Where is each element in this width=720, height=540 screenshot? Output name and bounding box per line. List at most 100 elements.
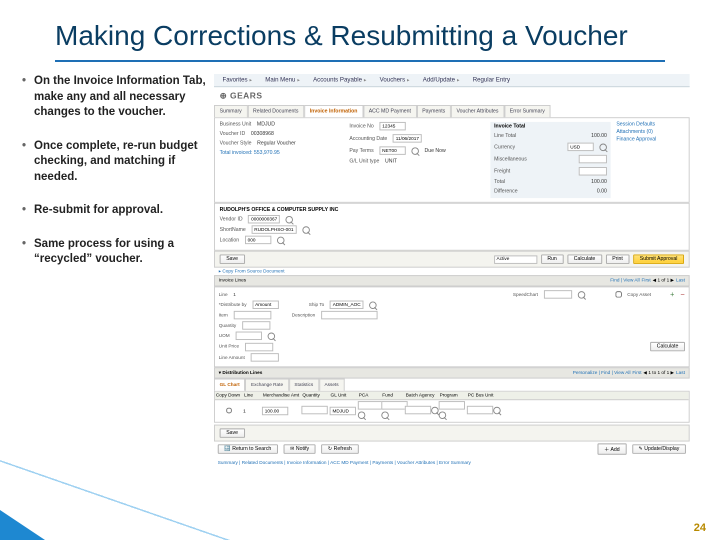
speedchart-input[interactable]: [544, 290, 572, 298]
distribute-by-select[interactable]: Amount: [252, 301, 278, 309]
breadcrumb: Favorites Main Menu Accounts Payable Vou…: [214, 74, 690, 87]
notify-button[interactable]: ✉ Notify: [284, 445, 316, 454]
copydown-checkbox[interactable]: [226, 407, 232, 413]
unitprice-input[interactable]: [245, 343, 273, 351]
lookup-icon[interactable]: [381, 412, 389, 420]
lines-range: ◀ 1 of 1 ▶: [653, 278, 675, 284]
tab-error[interactable]: Error Summary: [504, 105, 550, 117]
dif-label: Difference: [494, 189, 517, 195]
lookup-icon[interactable]: [439, 412, 447, 420]
crumb-favorites[interactable]: Favorites: [218, 76, 257, 84]
lookup-icon[interactable]: [369, 301, 377, 309]
finance-approval-link[interactable]: Finance Approval: [616, 137, 684, 143]
shortname-input[interactable]: RUDOLPHSO-001: [251, 226, 296, 234]
crumb-ap[interactable]: Accounts Payable: [308, 76, 371, 84]
uom-input[interactable]: [235, 332, 261, 340]
description-input[interactable]: [321, 311, 377, 319]
vendorid-input[interactable]: 0000000367: [248, 215, 280, 223]
invoice-no-input[interactable]: 12345: [379, 122, 405, 130]
calculate-line-button[interactable]: Calculate: [650, 342, 685, 351]
fr-label: Freight: [494, 169, 510, 175]
remove-line-icon[interactable]: －: [680, 291, 685, 298]
lookup-icon[interactable]: [286, 216, 294, 224]
lookup-icon[interactable]: [431, 407, 439, 415]
dist-first-link[interactable]: First: [632, 370, 641, 376]
tab-related[interactable]: Related Documents: [247, 105, 304, 117]
quantity-input[interactable]: [242, 321, 270, 329]
tab-summary[interactable]: Summary: [214, 105, 247, 117]
shipto-input[interactable]: ADMIN_AOC: [330, 301, 364, 309]
submit-approval-button[interactable]: Submit Approval: [633, 255, 684, 264]
misc-input[interactable]: [579, 155, 607, 163]
copy-asset-checkbox[interactable]: [615, 291, 622, 298]
personalize-link[interactable]: Personalize | Find | View All: [573, 370, 631, 376]
location-input[interactable]: 000: [245, 236, 271, 244]
dist-pca-input[interactable]: [358, 401, 384, 409]
dist-batch-input[interactable]: [405, 406, 431, 414]
add-line-icon[interactable]: ＋: [670, 291, 675, 298]
lookup-icon[interactable]: [302, 226, 310, 234]
dist-tab-glchart[interactable]: GL Chart: [214, 379, 245, 391]
dist-prog-input[interactable]: [439, 401, 465, 409]
footer-save-button[interactable]: Save: [220, 429, 245, 438]
copy-source-link[interactable]: ▸ Copy From Source Document: [219, 269, 285, 275]
slide-title: Making Corrections & Resubmitting a Vouc…: [0, 0, 720, 60]
dist-tab-stats[interactable]: Statistics: [289, 379, 319, 391]
page-tabs: Summary Related Documents Invoice Inform…: [214, 105, 690, 117]
dist-amt-input[interactable]: 100.00: [262, 407, 288, 415]
page-number: 24: [694, 522, 706, 534]
lookup-icon[interactable]: [358, 412, 366, 420]
col-glunit: GL Unit: [330, 392, 358, 400]
first-link[interactable]: First: [642, 278, 651, 284]
gt-value: UNIT: [385, 159, 397, 165]
lookup-icon[interactable]: [411, 147, 419, 155]
crumb-main[interactable]: Main Menu: [261, 76, 305, 84]
status-select[interactable]: Active: [494, 255, 537, 263]
tab-acc-md[interactable]: ACC MD Payment: [363, 105, 417, 117]
dist-tab-exchange[interactable]: Exchange Rate: [245, 379, 288, 391]
calculate-button[interactable]: Calculate: [567, 255, 602, 264]
add-button[interactable]: ＋ Add: [598, 444, 627, 455]
invoice-lines-header: Invoice Lines Find | View All First ◀ 1 …: [214, 275, 690, 286]
find-viewall-link[interactable]: Find | View All: [610, 278, 639, 284]
save-button[interactable]: Save: [220, 255, 245, 264]
crumb-vouchers[interactable]: Vouchers: [375, 76, 414, 84]
session-defaults-link[interactable]: Session Defaults: [616, 122, 684, 128]
refresh-button[interactable]: ↻ Refresh: [321, 445, 358, 454]
dist-gl-input[interactable]: MDJUD: [330, 407, 356, 415]
lookup-icon[interactable]: [267, 332, 275, 340]
item-input[interactable]: [233, 311, 271, 319]
lineamount-input[interactable]: [250, 353, 278, 361]
last-link[interactable]: Last: [676, 278, 685, 284]
crumb-addupdate[interactable]: Add/Update: [418, 76, 464, 84]
currency-input[interactable]: USD: [567, 143, 593, 151]
update-display-button[interactable]: ✎ Update/Display: [632, 445, 686, 454]
col-qty: Quantity: [301, 392, 329, 400]
lookup-icon[interactable]: [599, 143, 607, 151]
lookup-icon[interactable]: [577, 291, 585, 299]
dist-qty-input[interactable]: [301, 406, 327, 414]
footer-tabs-links[interactable]: Summary | Related Documents | Invoice In…: [214, 459, 690, 468]
crumb-regular[interactable]: Regular Entry: [468, 76, 515, 84]
dist-last-link[interactable]: Last: [676, 370, 685, 376]
freight-input[interactable]: [579, 167, 607, 175]
vid-label: Voucher ID: [220, 132, 246, 138]
tab-payments[interactable]: Payments: [417, 105, 451, 117]
lookup-icon[interactable]: [277, 236, 285, 244]
print-button[interactable]: Print: [606, 255, 630, 264]
dist-pcbus-input[interactable]: [467, 406, 493, 414]
tab-attrs[interactable]: Voucher Attributes: [451, 105, 504, 117]
speed-label: SpeedChart: [513, 292, 538, 298]
dist-tab-assets[interactable]: Assets: [319, 379, 344, 391]
run-button[interactable]: Run: [541, 255, 564, 264]
dist-lines-header: ▾ Distribution Lines Personalize | Find …: [214, 367, 690, 378]
payterms-input[interactable]: NET00: [379, 147, 405, 155]
accounting-date-input[interactable]: 11/06/2017: [393, 134, 422, 142]
dist-fund-input[interactable]: [381, 401, 407, 409]
attachments-link[interactable]: Attachments (0): [616, 130, 684, 136]
total-invoiced-link[interactable]: Total invoiced: 553,970.95: [220, 150, 280, 156]
return-search-button[interactable]: 🔙 Return to Search: [218, 445, 278, 454]
lookup-icon[interactable]: [493, 407, 501, 415]
dist-title: ▾ Distribution Lines: [219, 370, 263, 376]
tab-invoice-info[interactable]: Invoice Information: [304, 105, 363, 117]
